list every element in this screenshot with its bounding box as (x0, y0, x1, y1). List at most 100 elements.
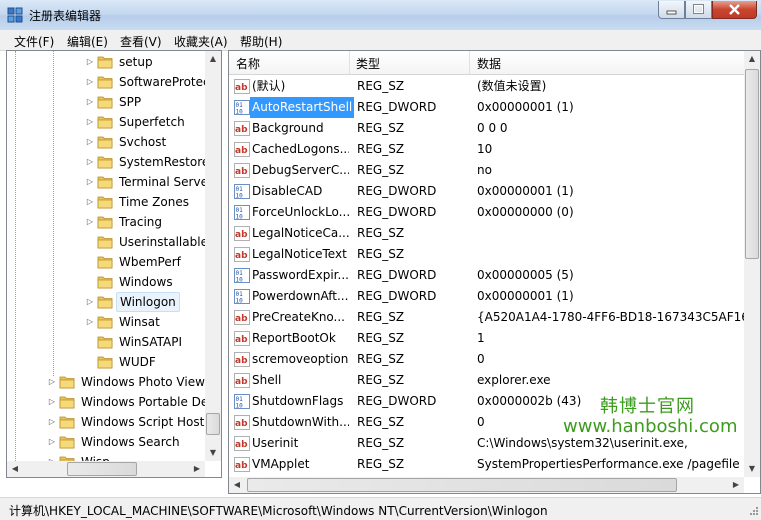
expand-arrow-icon[interactable]: ▷ (85, 112, 95, 132)
value-name: DisableCAD (252, 184, 323, 198)
folder-icon (97, 356, 113, 369)
tree-vertical-scrollbar[interactable]: ▲ ▼ (205, 51, 221, 461)
scroll-thumb[interactable] (206, 413, 220, 435)
scroll-left-icon[interactable]: ◀ (229, 477, 245, 493)
value-row[interactable]: 01 10 DisableCAD REG_DWORD 0x00000001 (1) (229, 181, 745, 202)
expand-arrow-icon[interactable]: ▷ (85, 52, 95, 72)
value-type: REG_SZ (357, 331, 405, 345)
tree-item[interactable]: ▷ Winsat (7, 312, 203, 332)
tree-item[interactable]: ▷ Windows Portable De (7, 392, 208, 412)
value-type: REG_SZ (357, 79, 405, 93)
value-row[interactable]: ab (默认) REG_SZ (数值未设置) (229, 76, 745, 97)
expand-arrow-icon[interactable]: ▷ (47, 392, 57, 412)
column-divider[interactable] (469, 51, 470, 74)
close-button[interactable] (712, 1, 757, 19)
expand-arrow-icon[interactable]: ▷ (85, 212, 95, 232)
scroll-down-icon[interactable]: ▼ (205, 445, 221, 461)
expand-arrow-icon[interactable]: ▷ (85, 152, 95, 172)
tree-item[interactable]: WinSATAPI (7, 332, 203, 352)
expand-arrow-icon[interactable]: ▷ (47, 412, 57, 432)
tree-item[interactable]: ▷ Windows Script Host (7, 412, 204, 432)
tree-item[interactable]: Userinstallable (7, 232, 208, 252)
value-type: REG_DWORD (357, 100, 437, 114)
svg-text:ab: ab (235, 314, 248, 324)
column-header-data[interactable]: 数据 (477, 55, 501, 72)
folder-icon (97, 256, 113, 269)
value-row[interactable]: ab PreCreateKno... REG_SZ {A520A1A4-1780-4… (229, 307, 757, 328)
value-row[interactable]: ab VMApplet REG_SZ SystemPropertiesPerform… (229, 454, 745, 475)
registry-tree[interactable]: ▷ setup ▷ SoftwareProtec ▷ SPP ▷ Superfetch… (6, 50, 222, 478)
tree-item-label: WbemPerf (119, 255, 181, 269)
column-divider[interactable] (349, 51, 350, 74)
tree-item[interactable]: ▷ Windows Search (7, 432, 203, 452)
expand-arrow-icon[interactable]: ▷ (85, 172, 95, 192)
tree-item[interactable]: ▷ Terminal Serve (7, 172, 208, 192)
value-row[interactable]: 01 10 PowerdownAft... REG_DWORD 0x00000001… (229, 286, 745, 307)
menu-file[interactable]: 文件(F) (14, 33, 54, 50)
scroll-down-icon[interactable]: ▼ (744, 461, 760, 477)
value-row[interactable]: ab LegalNoticeCa... REG_SZ (229, 223, 745, 244)
dword-value-icon: 01 10 (234, 289, 250, 304)
tree-item[interactable]: ▷ Svchost (7, 132, 203, 152)
menu-view[interactable]: 查看(V) (120, 33, 162, 50)
value-data: explorer.exe (477, 373, 551, 387)
tree-item[interactable]: ▷ setup (7, 52, 203, 72)
tree-item-label: Windows Portable De (81, 395, 209, 409)
value-row[interactable]: 01 10 PasswordExpir... REG_DWORD 0x0000000… (229, 265, 745, 286)
list-horizontal-scrollbar[interactable]: ◀ ▶ (229, 477, 744, 493)
value-row[interactable]: ab Background REG_SZ 0 0 0 (229, 118, 745, 139)
tree-item[interactable]: Windows (7, 272, 203, 292)
resize-grip-icon[interactable] (747, 506, 759, 518)
value-row[interactable]: 01 10 ForceUnlockLo... REG_DWORD 0x0000000… (229, 202, 745, 223)
value-row[interactable]: ab Shell REG_SZ explorer.exe (229, 370, 745, 391)
string-value-icon: ab (234, 352, 250, 367)
scroll-thumb[interactable] (67, 462, 137, 476)
tree-item[interactable]: ▷ SPP (7, 92, 203, 112)
value-data: 0x00000001 (1) (477, 100, 574, 114)
folder-icon (97, 336, 113, 349)
value-row[interactable]: ab CachedLogons... REG_SZ 10 (229, 139, 745, 160)
column-header-name[interactable]: 名称 (236, 55, 260, 72)
expand-arrow-icon[interactable]: ▷ (85, 192, 95, 212)
column-header-type[interactable]: 类型 (356, 55, 380, 72)
tree-item[interactable]: ▷ Windows Photo Viewe (7, 372, 212, 392)
menu-help[interactable]: 帮助(H) (240, 33, 282, 50)
expand-arrow-icon[interactable]: ▷ (47, 432, 57, 452)
menu-favorites[interactable]: 收藏夹(A) (174, 33, 228, 50)
tree-item[interactable]: ▷ Time Zones (7, 192, 203, 212)
value-row[interactable]: ab DebugServerC... REG_SZ no (229, 160, 745, 181)
value-row[interactable]: ab ReportBootOk REG_SZ 1 (229, 328, 745, 349)
scroll-thumb[interactable] (247, 478, 677, 492)
expand-arrow-icon[interactable]: ▷ (85, 92, 95, 112)
value-row[interactable]: 01 10 AutoRestartShell REG_DWORD 0x0000000… (229, 97, 745, 118)
tree-item[interactable]: ▷ Winlogon (7, 292, 203, 312)
title-bar[interactable]: 注册表编辑器 (0, 0, 761, 30)
value-row[interactable]: ab scremoveoption REG_SZ 0 (229, 349, 745, 370)
svg-text:ab: ab (235, 461, 248, 471)
scroll-left-icon[interactable]: ◀ (7, 461, 23, 477)
list-vertical-scrollbar[interactable]: ▲ ▼ (744, 51, 760, 477)
expand-arrow-icon[interactable]: ▷ (85, 312, 95, 332)
string-value-icon: ab (234, 226, 250, 241)
tree-item[interactable]: WUDF (7, 352, 203, 372)
minimize-button[interactable] (658, 1, 685, 19)
tree-item[interactable]: ▷ Tracing (7, 212, 203, 232)
tree-item[interactable]: WbemPerf (7, 252, 203, 272)
scroll-right-icon[interactable]: ▶ (189, 461, 205, 477)
tree-item[interactable]: ▷ SoftwareProtec (7, 72, 210, 92)
tree-item[interactable]: ▷ SystemRestore (7, 152, 209, 172)
menu-edit[interactable]: 编辑(E) (67, 33, 108, 50)
expand-arrow-icon[interactable]: ▷ (85, 132, 95, 152)
scroll-up-icon[interactable]: ▲ (744, 51, 760, 67)
tree-item-label: Windows Photo Viewe (81, 375, 213, 389)
scroll-up-icon[interactable]: ▲ (205, 51, 221, 67)
scroll-right-icon[interactable]: ▶ (728, 477, 744, 493)
expand-arrow-icon[interactable]: ▷ (85, 72, 95, 92)
expand-arrow-icon[interactable]: ▷ (85, 292, 95, 312)
value-row[interactable]: ab LegalNoticeText REG_SZ (229, 244, 745, 265)
expand-arrow-icon[interactable]: ▷ (47, 372, 57, 392)
maximize-button[interactable] (685, 1, 712, 19)
tree-horizontal-scrollbar[interactable]: ◀ ▶ (7, 461, 205, 477)
scroll-thumb[interactable] (745, 69, 759, 259)
tree-item[interactable]: ▷ Superfetch (7, 112, 203, 132)
